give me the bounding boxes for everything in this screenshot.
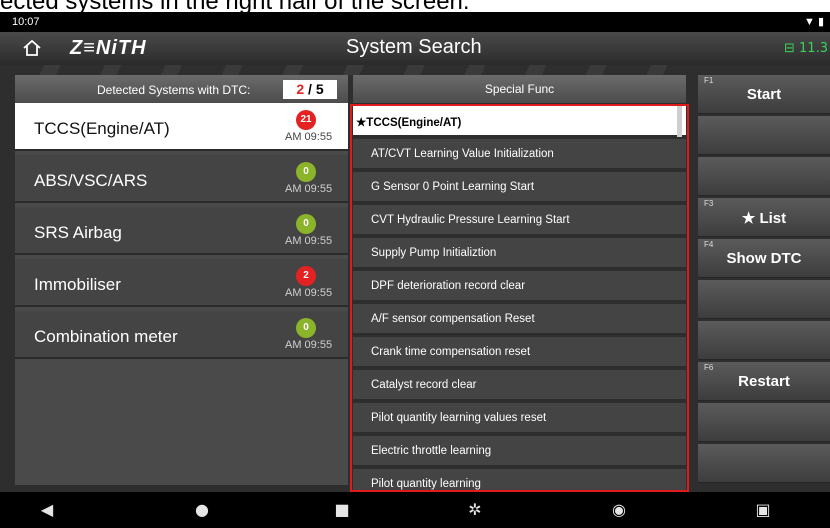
function-key-code: F3 (704, 199, 714, 208)
dtc-badge: 0 (296, 318, 316, 338)
system-timestamp: AM 09:55 (285, 287, 333, 299)
special-func-label: Electric throttle learning (371, 445, 492, 457)
function-key-button[interactable]: F4 Show DTC (698, 239, 830, 278)
special-func-item[interactable]: DPF deterioration record clear (353, 271, 686, 302)
dtc-badge: 0 (296, 162, 316, 182)
page-title: System Search (346, 36, 482, 58)
function-key-button[interactable] (698, 280, 830, 319)
home-icon[interactable] (22, 38, 42, 58)
function-key-button[interactable]: F1 Start (698, 75, 830, 114)
dtc-count-value: 2 (296, 81, 305, 97)
special-func-item[interactable]: Crank time compensation reset (353, 337, 686, 368)
screen: ected systems in the right half of the s… (0, 0, 830, 528)
system-name: Immobiliser (34, 275, 121, 294)
clock: 10:07 (12, 16, 40, 28)
system-name: TCCS(Engine/AT) (34, 119, 170, 138)
special-func-item[interactable]: Pilot quantity learning values reset (353, 403, 686, 434)
special-func-label: Crank time compensation reset (371, 346, 531, 358)
special-func-label: Pilot quantity learning (371, 478, 481, 490)
back-icon[interactable]: ◀ (32, 492, 62, 528)
dtc-badge: 21 (296, 110, 316, 130)
special-func-item[interactable]: Electric throttle learning (353, 436, 686, 467)
special-func-label: G Sensor 0 Point Learning Start (371, 181, 535, 193)
status-icons: ▼ ▮ (804, 16, 824, 28)
function-key-code: F6 (704, 363, 714, 372)
system-row[interactable]: Combination meter 0 AM 09:55 (15, 311, 348, 359)
special-func-item[interactable]: G Sensor 0 Point Learning Start (353, 172, 686, 203)
dtc-total-value: 5 (315, 81, 324, 97)
system-name: ABS/VSC/ARS (34, 171, 148, 190)
function-key-button[interactable]: F6 Restart (698, 362, 830, 401)
system-timestamp: AM 09:55 (285, 235, 333, 247)
function-key-code: F4 (704, 240, 714, 249)
system-row[interactable]: ABS/VSC/ARS 0 AM 09:55 (15, 155, 348, 203)
system-row[interactable]: TCCS(Engine/AT) 21 AM 09:55 (15, 103, 348, 151)
dtc-badge: 0 (296, 214, 316, 234)
scrollbar[interactable] (677, 106, 682, 137)
function-key-label: ★ List (741, 210, 787, 227)
dtc-count-separator: / (304, 81, 316, 97)
system-timestamp: AM 09:55 (285, 339, 333, 351)
function-key-button[interactable] (698, 116, 830, 155)
function-key-label: Start (746, 86, 782, 103)
special-func-label: A/F sensor compensation Reset (371, 313, 535, 325)
screenshot-icon[interactable]: ▣ (748, 492, 778, 528)
dtc-badge: 2 (296, 266, 316, 286)
special-func-item[interactable]: Catalyst record clear (353, 370, 686, 401)
app-header: Z≡NiTH System Search ⊟ 11.3 (0, 32, 830, 65)
system-timestamp: AM 09:55 (285, 183, 333, 195)
function-key-button[interactable] (698, 444, 830, 483)
function-key-label: Show DTC (726, 250, 802, 267)
caption-text: ected systems in the right half of the s… (0, 0, 470, 15)
function-key-label: Restart (738, 373, 790, 390)
special-func-item[interactable]: CVT Hydraulic Pressure Learning Start (353, 205, 686, 236)
android-nav-bar: ◀ ● ■ ✲ ◉ ▣ (0, 492, 830, 528)
status-bar: 10:07 ▼ ▮ (0, 12, 830, 32)
function-key-code: F1 (704, 76, 714, 85)
settings-icon[interactable]: ✲ (460, 492, 490, 528)
home-icon[interactable]: ● (187, 492, 217, 528)
special-func-label: ★TCCS(Engine/AT) (356, 117, 462, 129)
special-func-header: Special Func (353, 75, 686, 103)
function-key-button[interactable] (698, 157, 830, 196)
special-func-label: DPF deterioration record clear (371, 280, 526, 292)
special-func-label: AT/CVT Learning Value Initialization (371, 148, 554, 160)
brand-logo: Z≡NiTH (70, 37, 147, 59)
system-row[interactable]: SRS Airbag 0 AM 09:55 (15, 207, 348, 255)
system-name: SRS Airbag (34, 223, 122, 242)
dtc-summary-label: Detected Systems with DTC: (97, 83, 251, 97)
dtc-count: 2 / 5 (283, 80, 337, 99)
function-key-button[interactable] (698, 321, 830, 360)
system-timestamp: AM 09:55 (285, 131, 333, 143)
special-func-item[interactable]: Supply Pump Initializtion (353, 238, 686, 269)
decorative-stripes (0, 65, 698, 75)
function-key-button[interactable] (698, 403, 830, 442)
dtc-summary-header: Detected Systems with DTC: 2 / 5 (15, 75, 348, 103)
function-key-button[interactable]: F3 ★ List (698, 198, 830, 237)
battery-voltage: ⊟ 11.3 (784, 41, 828, 56)
system-row[interactable]: Immobiliser 2 AM 09:55 (15, 259, 348, 307)
special-func-label: Pilot quantity learning values reset (371, 412, 547, 424)
special-func-item[interactable]: A/F sensor compensation Reset (353, 304, 686, 335)
special-func-label: CVT Hydraulic Pressure Learning Start (371, 214, 570, 226)
special-func-label: Supply Pump Initializtion (371, 247, 497, 259)
system-name: Combination meter (34, 327, 178, 346)
special-func-label: Catalyst record clear (371, 379, 477, 391)
special-func-item[interactable]: ★TCCS(Engine/AT) (353, 106, 686, 137)
chrome-icon[interactable]: ◉ (604, 492, 634, 528)
recents-icon[interactable]: ■ (327, 492, 357, 528)
special-func-item[interactable]: AT/CVT Learning Value Initialization (353, 139, 686, 170)
